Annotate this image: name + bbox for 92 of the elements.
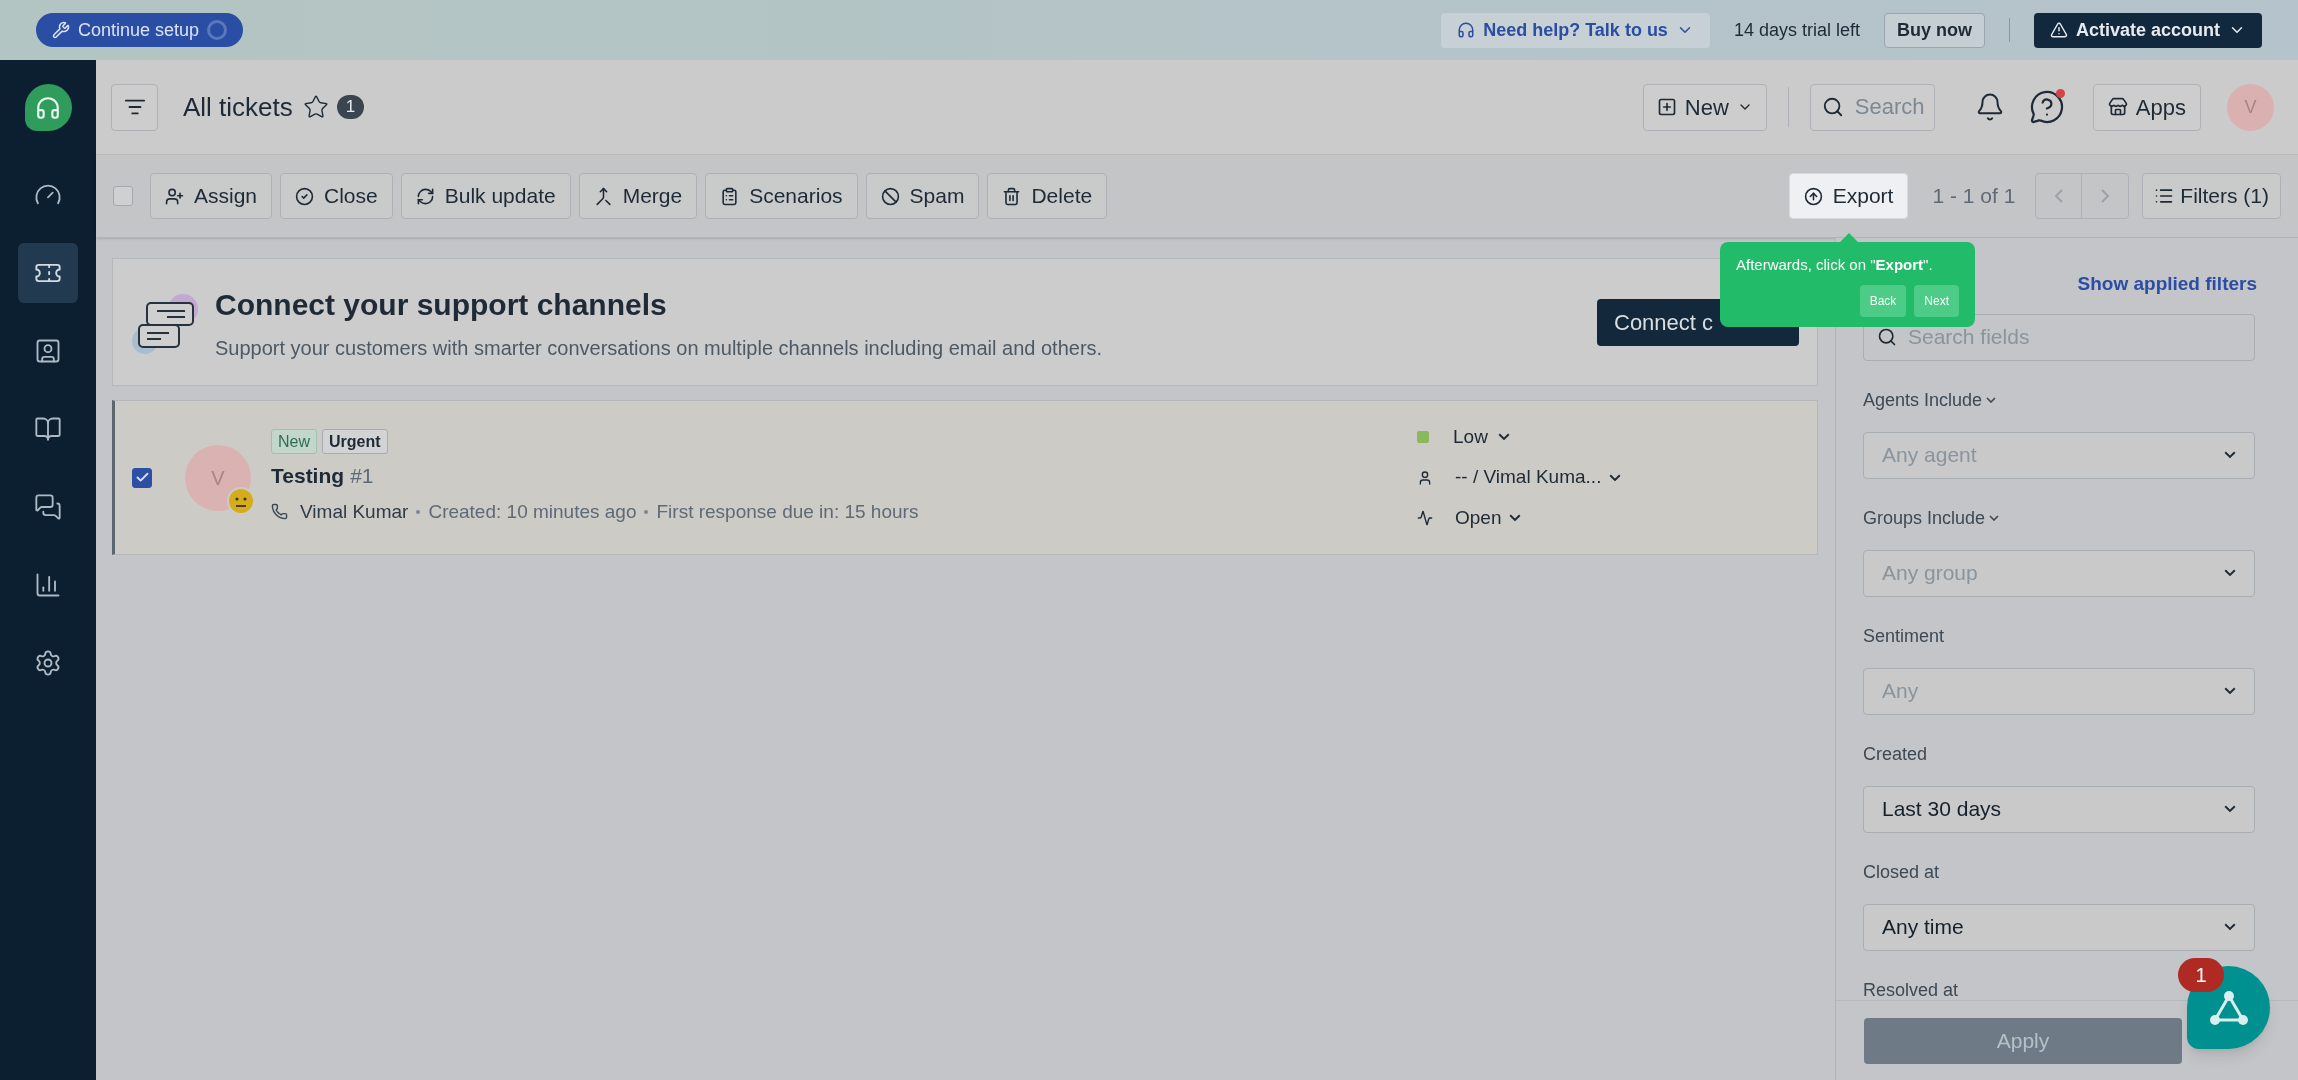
ticket-checkbox[interactable]: [132, 467, 152, 488]
filters-button[interactable]: Filters (1): [2142, 173, 2281, 219]
banner-subtitle: Support your customers with smarter conversations on multiple channels including email and others.: [215, 335, 1104, 361]
headset-logo-icon: [24, 84, 72, 131]
filter-search-field[interactable]: Search fields: [1863, 313, 2255, 361]
created-time: Created: 10 minutes ago: [428, 499, 637, 524]
response-due-text: First response due in: 15 hours: [656, 499, 919, 524]
chevron-down-icon: [2224, 923, 2236, 931]
filter-label[interactable]: Agents Include: [1863, 386, 1997, 414]
help-button[interactable]: Need help? Talk to us: [1441, 12, 1710, 48]
pagination-text: 1 - 1 of 1: [1932, 183, 2016, 210]
assignee-label: -- / Vimal Kuma...: [1455, 465, 1602, 490]
ticket-tag: Urgent: [322, 429, 388, 454]
settings-icon: [34, 649, 62, 677]
user-plus-icon: [165, 186, 184, 206]
bar-chart-icon: [34, 571, 62, 599]
book-icon: [34, 415, 62, 443]
priority-dropdown[interactable]: Low: [1417, 422, 1510, 452]
phone-icon: [271, 503, 288, 521]
toolbar-action-button[interactable]: Assign: [150, 173, 273, 219]
requester-name[interactable]: Vimal Kumar: [300, 497, 409, 526]
chevron-down-icon: [1509, 514, 1522, 522]
chevron-left-icon: [2054, 189, 2063, 203]
setup-button[interactable]: Continue setup: [36, 13, 244, 47]
banner-title: Connect your support channels: [215, 286, 668, 323]
chat-icon: [34, 493, 62, 521]
status-dropdown[interactable]: Open: [1417, 503, 1522, 533]
ticket-subject[interactable]: Testing: [271, 460, 345, 492]
priority-label: Low: [1453, 424, 1488, 449]
filter-label: Created: [1863, 742, 1928, 766]
status-label: Open: [1455, 505, 1502, 530]
help-icon[interactable]: [2028, 89, 2065, 125]
toolbar-action-button[interactable]: Merge: [578, 173, 698, 219]
activity-icon: [1417, 510, 1433, 526]
filter-dropdown[interactable]: Last 30 days: [1863, 785, 2255, 833]
select-all-checkbox[interactable]: [113, 186, 133, 206]
neutral-emoji-icon: [227, 486, 255, 515]
trial-text: 14 days trial left: [1733, 18, 1860, 42]
refresh-icon: [415, 186, 435, 206]
tools-icon: [52, 21, 70, 39]
buy-now-button[interactable]: Buy now: [1883, 12, 1985, 48]
chevron-down-icon: [1609, 473, 1622, 482]
page-title: All tickets: [183, 90, 293, 124]
contact-icon: [34, 337, 62, 365]
check-circle-icon: [295, 186, 315, 206]
chevron-down-icon: [2224, 687, 2236, 695]
chevron-down-icon: [1989, 515, 2000, 521]
warning-icon: [2049, 21, 2068, 39]
headset-icon: [1457, 21, 1476, 39]
clipboard-icon: [720, 186, 740, 206]
filter-label: Sentiment: [1863, 624, 1945, 648]
sidebar-item[interactable]: [18, 243, 78, 303]
search-icon: [1821, 95, 1844, 118]
chevron-down-icon: [1986, 397, 1997, 403]
search-icon: [1877, 326, 1897, 347]
merge-icon: [593, 186, 613, 206]
progress-ring-icon: [207, 20, 228, 40]
chevron-down-icon: [2224, 569, 2236, 577]
chevron-down-icon: [1497, 433, 1510, 441]
filter-dropdown[interactable]: Any time: [1863, 903, 2255, 951]
chevron-right-icon: [2101, 189, 2110, 203]
activate-account-button[interactable]: Activate account: [2033, 12, 2262, 48]
list-icon: [2154, 186, 2175, 206]
filter-label[interactable]: Groups Include: [1863, 504, 2000, 532]
new-button[interactable]: New: [1642, 83, 1767, 131]
plus-square-icon: [1656, 97, 1677, 117]
toolbar-action-button[interactable]: Spam: [865, 173, 980, 219]
tooltip-text: Afterwards, click on "Export".: [1736, 255, 1934, 275]
ban-icon: [880, 186, 900, 206]
show-applied-filters-link[interactable]: Show applied filters: [2077, 270, 2257, 299]
filter-toggle-button[interactable]: [111, 83, 158, 131]
count-badge: 1: [336, 95, 365, 119]
chevron-down-icon: [2224, 805, 2236, 813]
filter-label: Closed at: [1863, 860, 1940, 884]
toolbar-action-button[interactable]: Delete: [987, 173, 1108, 219]
checkmark-icon: [134, 470, 150, 485]
search-field[interactable]: Search: [1809, 83, 1935, 131]
toolbar-action-button[interactable]: Scenarios: [705, 173, 858, 219]
store-icon: [2107, 97, 2128, 117]
chevron-down-icon: [2224, 451, 2236, 459]
filter-label: Resolved at: [1863, 978, 1959, 1000]
export-button[interactable]: Export: [1788, 173, 1909, 219]
ticket-number: #1: [350, 463, 374, 489]
toolbar-action-button[interactable]: Close: [280, 173, 393, 219]
user-icon: [1417, 469, 1433, 486]
ticket-tag: New: [271, 429, 317, 454]
apps-button[interactable]: Apps: [2092, 83, 2201, 131]
upload-icon: [1803, 186, 1823, 206]
star-icon[interactable]: [302, 94, 329, 120]
assignee-dropdown[interactable]: -- / Vimal Kuma...: [1417, 463, 1622, 492]
trash-icon: [1002, 186, 1022, 206]
toolbar-action-button[interactable]: Bulk update: [400, 173, 571, 219]
